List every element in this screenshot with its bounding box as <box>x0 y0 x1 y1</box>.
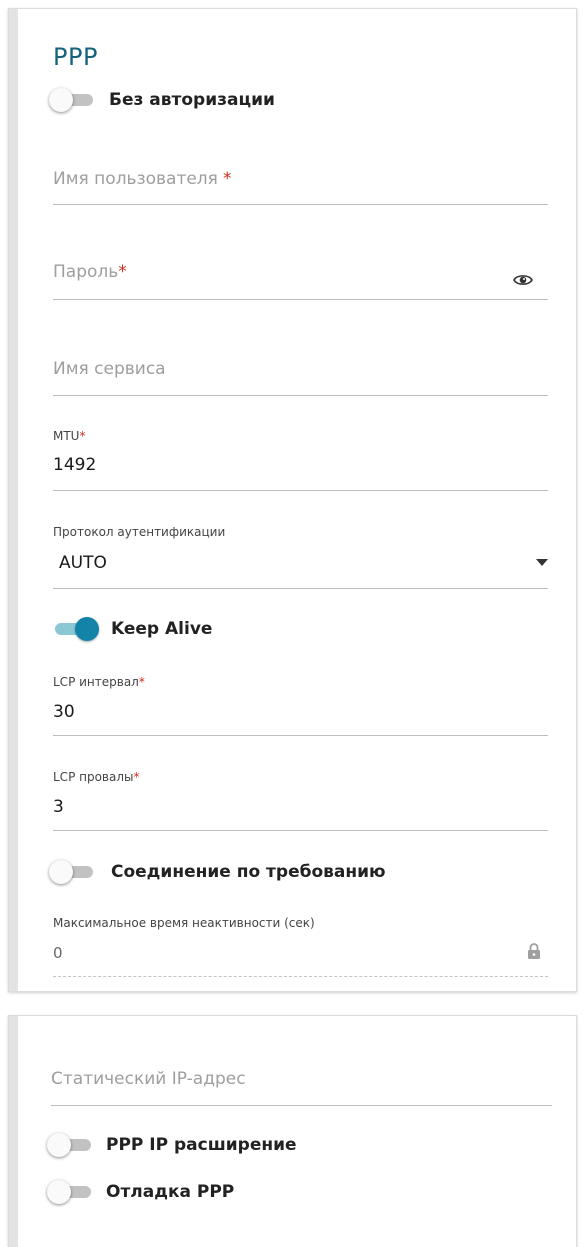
lcp-interval-underline <box>53 735 548 736</box>
lcp-failures-input[interactable]: 3 <box>53 797 548 817</box>
password-field[interactable]: Пароль* <box>53 262 493 298</box>
max-idle-input: 0 <box>53 944 63 962</box>
ppp-debug-label: Отладка PPP <box>106 1182 235 1202</box>
lock-icon <box>528 943 540 959</box>
username-underline <box>53 204 548 205</box>
keep-alive-toggle[interactable] <box>51 617 99 641</box>
auth-protocol-label: Протокол аутентификации <box>53 525 226 539</box>
max-idle-underline <box>53 976 548 977</box>
username-required-mark: * <box>223 169 232 189</box>
lcp-failures-label: LCP провалы* <box>53 770 140 784</box>
password-placeholder: Пароль <box>53 262 119 282</box>
username-placeholder: Имя пользователя <box>53 169 218 189</box>
ppp-ip-extension-label: PPP IP расширение <box>106 1135 297 1155</box>
lcp-interval-input[interactable]: 30 <box>53 702 548 722</box>
service-name-placeholder: Имя сервиса <box>53 359 166 379</box>
lcp-failures-underline <box>53 830 548 831</box>
static-ip-placeholder: Статический IP-адрес <box>51 1069 246 1089</box>
dropdown-arrow-icon <box>536 559 548 566</box>
username-field[interactable]: Имя пользователя * <box>53 169 548 205</box>
ppp-settings-panel: PPP Без авторизации Имя пользователя * П… <box>8 8 577 992</box>
panel-edge <box>9 9 18 991</box>
mtu-underline <box>53 490 548 491</box>
ppp-ip-extension-toggle[interactable] <box>47 1133 95 1157</box>
password-underline <box>53 299 548 300</box>
password-required-mark: * <box>118 262 127 282</box>
max-idle-label: Максимальное время неактивности (сек) <box>53 916 315 930</box>
lcp-interval-label: LCP интервал* <box>53 675 145 689</box>
no-auth-toggle[interactable] <box>49 88 97 112</box>
mtu-input[interactable]: 1492 <box>53 455 548 475</box>
auth-protocol-value: AUTO <box>59 553 107 573</box>
service-name-field[interactable]: Имя сервиса <box>53 359 548 395</box>
ppp-section-title: PPP <box>53 43 98 71</box>
keep-alive-label: Keep Alive <box>111 619 213 639</box>
no-auth-label: Без авторизации <box>109 90 275 110</box>
service-name-underline <box>53 395 548 396</box>
on-demand-label: Соединение по требованию <box>111 862 386 882</box>
ppp-debug-toggle[interactable] <box>47 1180 95 1204</box>
static-ip-underline <box>51 1105 552 1106</box>
extra-settings-panel: Статический IP-адрес PPP IP расширение О… <box>8 1015 577 1247</box>
eye-icon[interactable] <box>513 273 533 287</box>
auth-protocol-select[interactable]: AUTO <box>53 549 548 583</box>
on-demand-toggle[interactable] <box>49 860 97 884</box>
panel-edge <box>9 1016 18 1247</box>
mtu-label: MTU* <box>53 429 86 443</box>
static-ip-field[interactable]: Статический IP-адрес <box>51 1069 552 1105</box>
auth-protocol-underline <box>53 588 548 589</box>
